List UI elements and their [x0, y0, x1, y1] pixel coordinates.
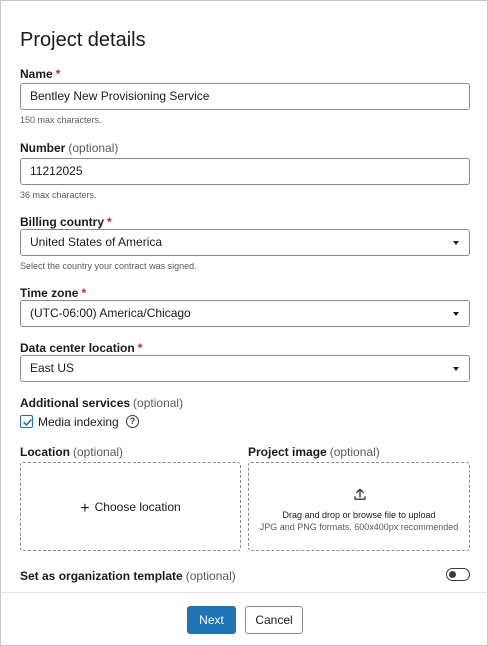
upload-icon — [354, 488, 366, 500]
name-label-text: Name — [20, 67, 53, 81]
name-label: Name * — [20, 67, 60, 81]
project-image-label-text: Project image — [248, 445, 327, 459]
optional-tag: (optional) — [185, 569, 236, 583]
name-hint: 150 max characters. — [20, 115, 102, 125]
time-zone-label-text: Time zone — [20, 286, 79, 300]
required-mark: * — [81, 286, 87, 300]
media-indexing-checkbox[interactable] — [20, 415, 33, 428]
billing-country-hint: Select the country your contract was sig… — [20, 261, 197, 271]
name-input-value: Bentley New Provisioning Service — [30, 89, 210, 103]
location-label: Location (optional) — [20, 445, 123, 459]
data-center-label: Data center location * — [20, 341, 142, 355]
optional-tag: (optional) — [68, 141, 119, 155]
org-template-label: Set as organization template (optional) — [20, 569, 236, 583]
data-center-select[interactable]: East US — [20, 355, 470, 382]
plus-icon: + — [80, 500, 90, 517]
data-center-label-text: Data center location — [20, 341, 135, 355]
next-button[interactable]: Next — [187, 606, 236, 634]
number-label: Number (optional) — [20, 141, 118, 155]
page-title: Project details — [20, 29, 146, 51]
number-hint: 36 max characters. — [20, 190, 97, 200]
billing-country-label-text: Billing country — [20, 215, 104, 229]
required-mark: * — [137, 341, 143, 355]
choose-location-button[interactable]: + Choose location — [21, 500, 240, 518]
data-center-value: East US — [30, 361, 75, 375]
optional-tag: (optional) — [133, 396, 184, 410]
time-zone-select[interactable]: (UTC-06:00) America/Chicago — [20, 300, 470, 327]
name-input[interactable]: Bentley New Provisioning Service — [20, 83, 470, 110]
number-input-value: 11212025 — [30, 164, 83, 178]
billing-country-value: United States of America — [30, 235, 163, 249]
checkmark-icon — [23, 419, 32, 426]
project-details-dialog: Project details Name * Bentley New Provis… — [0, 0, 488, 646]
billing-country-select[interactable]: United States of America — [20, 229, 470, 256]
cancel-button[interactable]: Cancel — [245, 606, 303, 634]
help-icon[interactable]: ? — [126, 415, 139, 428]
dropzone-formats: JPG and PNG formats. 600x400px recommend… — [259, 522, 459, 532]
project-image-dropzone[interactable]: Drag and drop or browse file to upload J… — [248, 462, 470, 551]
choose-location-area[interactable]: + Choose location — [20, 462, 241, 551]
billing-country-label: Billing country * — [20, 215, 112, 229]
media-indexing-label: Media indexing — [38, 415, 119, 429]
optional-tag: (optional) — [73, 445, 124, 459]
required-mark: * — [107, 215, 112, 229]
required-mark: * — [55, 67, 61, 81]
additional-services-label: Additional services (optional) — [20, 396, 183, 410]
optional-tag: (optional) — [329, 445, 380, 459]
choose-location-label: Choose location — [94, 500, 181, 514]
footer-divider — [2, 592, 486, 593]
org-template-toggle[interactable] — [446, 568, 470, 581]
number-input[interactable]: 11212025 — [20, 158, 470, 185]
project-image-label: Project image (optional) — [248, 445, 380, 459]
time-zone-label: Time zone * — [20, 286, 86, 300]
toggle-knob — [449, 571, 456, 578]
number-label-text: Number — [20, 141, 66, 155]
location-label-text: Location — [20, 445, 70, 459]
chevron-down-icon — [453, 312, 459, 316]
org-template-label-text: Set as organization template — [20, 569, 183, 583]
time-zone-value: (UTC-06:00) America/Chicago — [30, 306, 191, 320]
dropzone-instructions: Drag and drop or browse file to upload — [282, 510, 436, 520]
chevron-down-icon — [453, 367, 459, 371]
chevron-down-icon — [453, 241, 459, 245]
additional-services-label-text: Additional services — [20, 396, 131, 410]
